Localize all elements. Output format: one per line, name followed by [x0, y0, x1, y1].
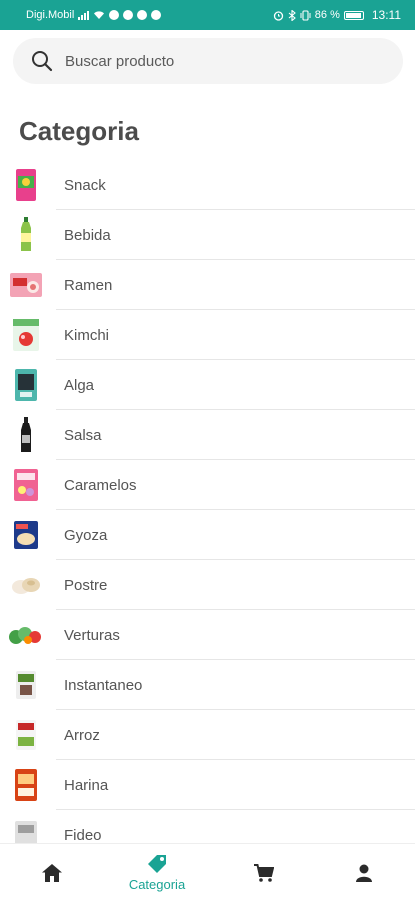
cart-icon[interactable] [254, 863, 274, 882]
category-item-fideo[interactable]: Fideo [0, 810, 415, 843]
category-label: Salsa [64, 427, 102, 444]
category-item-bebida[interactable]: Bebida [0, 210, 415, 260]
category-item-instantaneo[interactable]: Instantaneo [0, 660, 415, 710]
bottom-navigation: Categoria [0, 843, 415, 900]
notification-icon [109, 10, 120, 20]
alarm-icon [273, 10, 283, 21]
category-label: Bebida [64, 227, 111, 244]
snack-package-thumbnail [8, 168, 44, 202]
category-label: Caramelos [64, 477, 137, 494]
tag-icon[interactable] [146, 854, 168, 874]
category-item-verturas[interactable]: Verturas [0, 610, 415, 660]
nav-label-categoria: Categoria [128, 876, 186, 892]
category-label: Kimchi [64, 327, 110, 344]
search-icon[interactable] [31, 50, 53, 72]
category-item-alga[interactable]: Alga [0, 360, 415, 410]
dessert-thumbnail [8, 568, 44, 602]
vibrate-icon [300, 9, 311, 21]
category-label: Ramen [64, 277, 113, 294]
signal-icon [78, 10, 90, 20]
nav-home[interactable] [32, 844, 72, 900]
carrier-name: Digi.Mobil [26, 9, 75, 21]
bluetooth-icon [288, 9, 296, 21]
category-label: Postre [64, 577, 108, 594]
category-list[interactable]: Snack Bebida Ramen Kimchi Alga Salsa Car… [0, 160, 415, 843]
category-label: Verturas [64, 627, 120, 644]
category-label: Fideo [64, 827, 102, 843]
nav-profile[interactable] [344, 844, 384, 900]
sauce-bottle-thumbnail [8, 417, 44, 452]
battery-percentage: 86 % [314, 9, 340, 21]
nav-cart[interactable] [244, 844, 284, 900]
category-item-ramen[interactable]: Ramen [0, 260, 415, 310]
instant-food-thumbnail [8, 668, 44, 702]
battery-icon [343, 10, 364, 20]
status-bar: Digi.Mobil 86 % 13:11 [0, 0, 415, 30]
vegetables-thumbnail [8, 618, 44, 652]
rice-package-thumbnail [8, 718, 44, 752]
seaweed-package-thumbnail [8, 368, 44, 402]
drink-bottle-thumbnail [8, 217, 44, 252]
search-input[interactable] [65, 52, 365, 70]
ramen-package-thumbnail [8, 268, 44, 302]
status-right: 86 % 13:11 [273, 8, 401, 22]
flour-package-thumbnail [8, 768, 44, 802]
category-label: Harina [64, 777, 109, 794]
notification-icon [123, 10, 134, 20]
nav-categoria[interactable]: Categoria [118, 844, 196, 900]
category-item-harina[interactable]: Harina [0, 760, 415, 810]
category-item-salsa[interactable]: Salsa [0, 410, 415, 460]
category-item-postre[interactable]: Postre [0, 560, 415, 610]
category-label: Arroz [64, 727, 100, 744]
status-left: Digi.Mobil [26, 9, 162, 21]
notification-icon [137, 10, 148, 20]
category-label: Snack [64, 177, 106, 194]
category-item-arroz[interactable]: Arroz [0, 710, 415, 760]
category-label: Alga [64, 377, 95, 394]
profile-icon[interactable] [356, 864, 372, 882]
page-title: Categoria [19, 116, 139, 146]
category-item-kimchi[interactable]: Kimchi [0, 310, 415, 360]
notification-icon [151, 10, 162, 20]
gyoza-package-thumbnail [8, 518, 44, 552]
category-item-gyoza[interactable]: Gyoza [0, 510, 415, 560]
search-bar[interactable] [13, 38, 403, 84]
candy-package-thumbnail [8, 468, 44, 502]
clock-time: 13:11 [371, 8, 401, 22]
kimchi-package-thumbnail [8, 318, 44, 352]
noodle-package-thumbnail [8, 818, 44, 843]
wifi-icon [94, 11, 105, 19]
category-label: Gyoza [64, 527, 108, 544]
home-icon[interactable] [42, 863, 62, 882]
category-item-caramelos[interactable]: Caramelos [0, 460, 415, 510]
category-label: Instantaneo [64, 677, 143, 694]
category-item-snack[interactable]: Snack [0, 160, 415, 210]
